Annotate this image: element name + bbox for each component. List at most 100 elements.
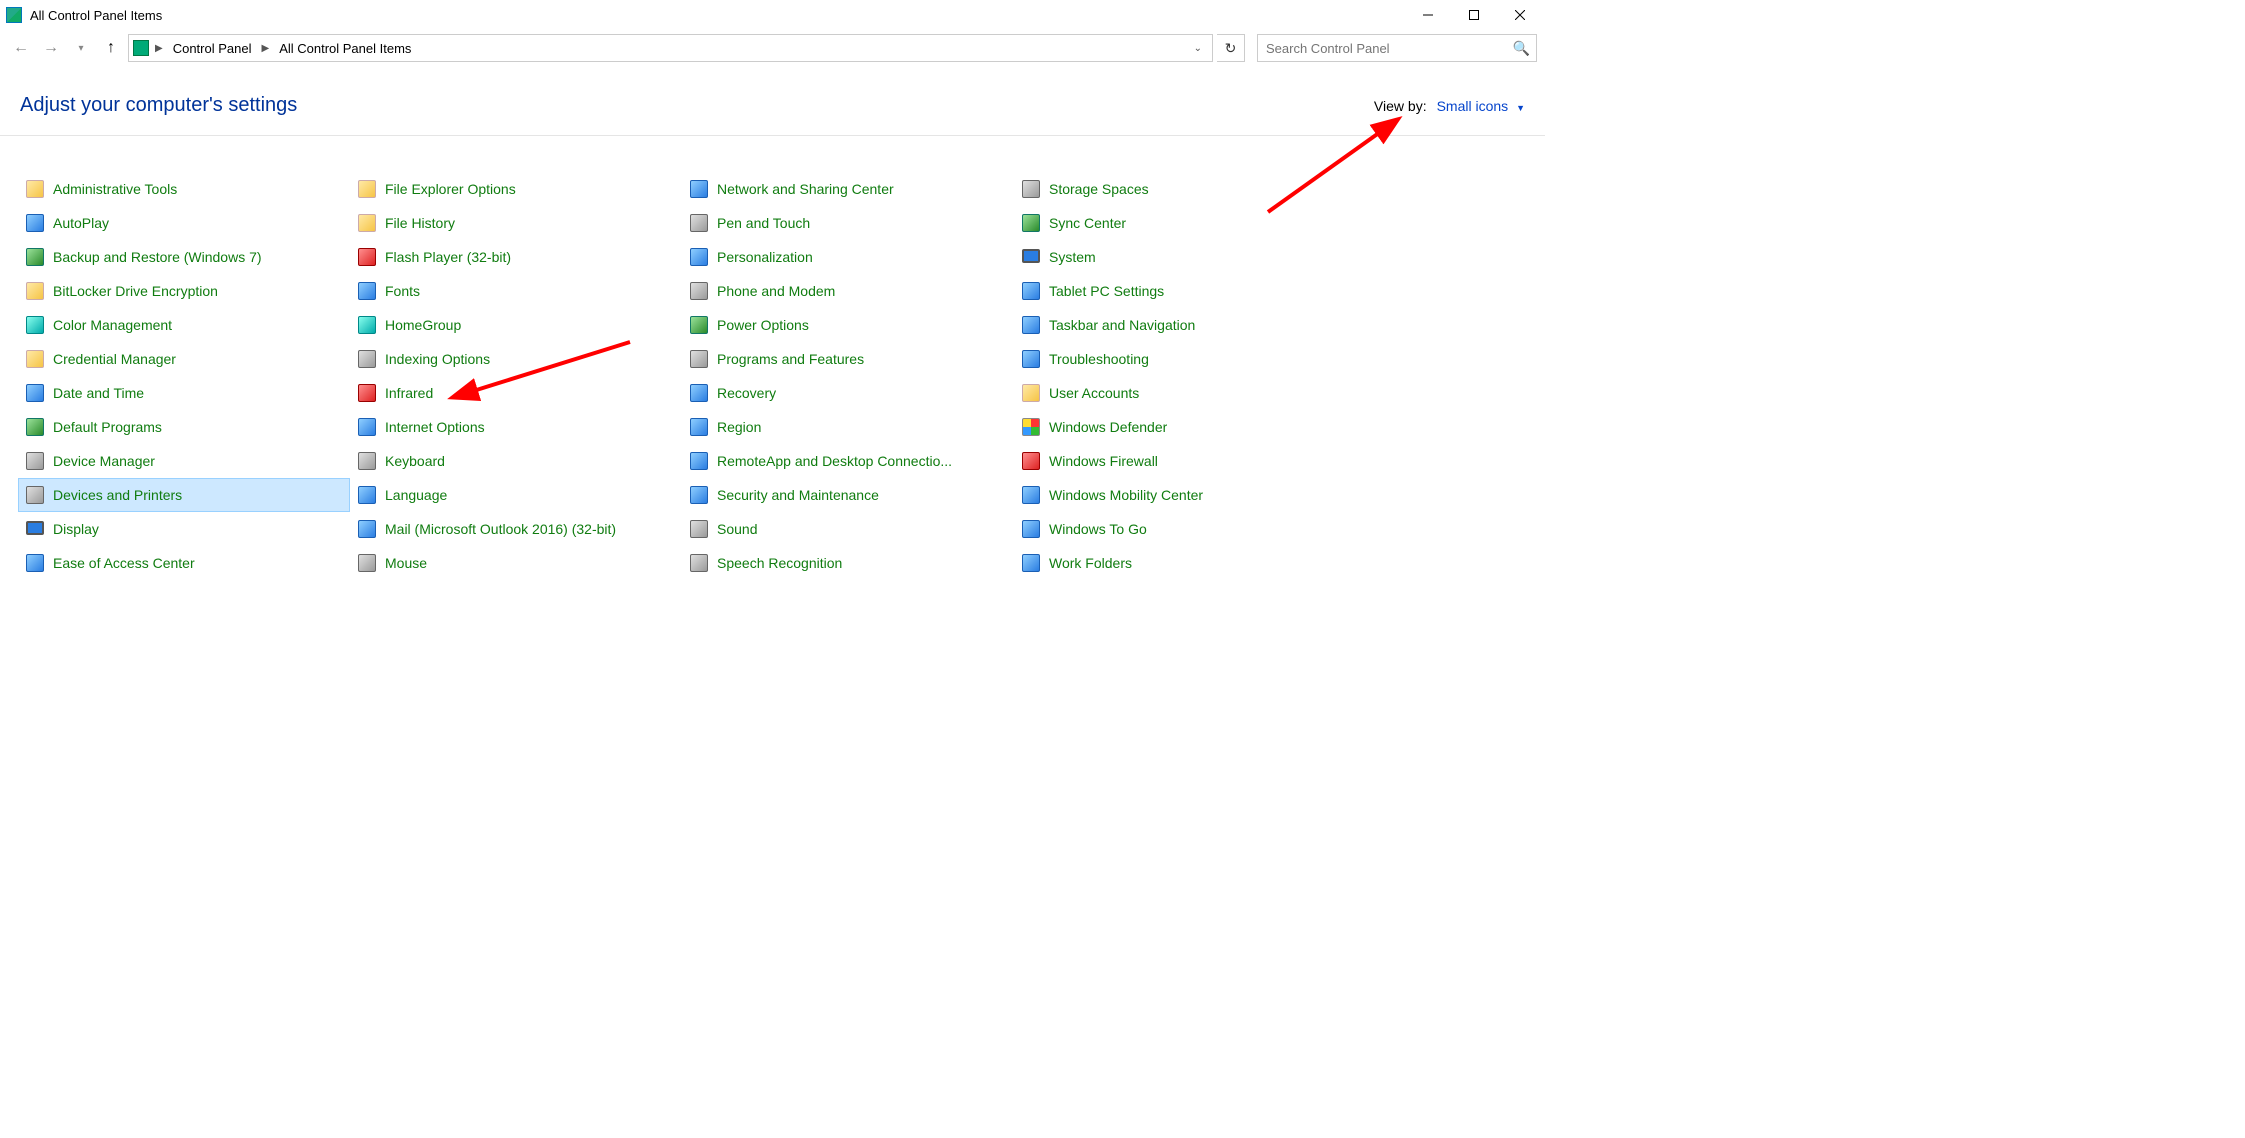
control-panel-item[interactable]: Storage Spaces: [1014, 172, 1346, 206]
item-label: Personalization: [717, 249, 813, 265]
item-label: Color Management: [53, 317, 172, 333]
control-panel-item[interactable]: Mouse: [350, 546, 682, 580]
control-panel-item[interactable]: AutoPlay: [18, 206, 350, 240]
refresh-button[interactable]: ↻: [1217, 34, 1245, 62]
item-label: Internet Options: [385, 419, 485, 435]
control-panel-item[interactable]: Windows Defender: [1014, 410, 1346, 444]
administrative-tools-icon: [25, 179, 45, 199]
control-panel-item[interactable]: Sync Center: [1014, 206, 1346, 240]
item-label: File History: [385, 215, 455, 231]
forward-button[interactable]: →: [38, 35, 64, 61]
control-panel-item[interactable]: Keyboard: [350, 444, 682, 478]
backup-and-restore-windows-7-icon: [25, 247, 45, 267]
control-panel-item[interactable]: Backup and Restore (Windows 7): [18, 240, 350, 274]
control-panel-item[interactable]: Ease of Access Center: [18, 546, 350, 580]
breadcrumb-separator-icon[interactable]: ▶: [259, 43, 271, 54]
control-panel-item[interactable]: Flash Player (32-bit): [350, 240, 682, 274]
mouse-icon: [357, 553, 377, 573]
security-and-maintenance-icon: [689, 485, 709, 505]
network-and-sharing-center-icon: [689, 179, 709, 199]
homegroup-icon: [357, 315, 377, 335]
back-button[interactable]: ←: [8, 35, 34, 61]
maximize-button[interactable]: [1451, 0, 1497, 30]
control-panel-item[interactable]: Windows Firewall: [1014, 444, 1346, 478]
control-panel-item[interactable]: Device Manager: [18, 444, 350, 478]
search-input[interactable]: [1264, 40, 1513, 57]
control-panel-item[interactable]: Troubleshooting: [1014, 342, 1346, 376]
control-panel-item[interactable]: Speech Recognition: [682, 546, 1014, 580]
control-panel-item[interactable]: Mail (Microsoft Outlook 2016) (32-bit): [350, 512, 682, 546]
sync-center-icon: [1021, 213, 1041, 233]
control-panel-item[interactable]: HomeGroup: [350, 308, 682, 342]
display-icon: [25, 519, 45, 539]
control-panel-item[interactable]: Network and Sharing Center: [682, 172, 1014, 206]
mail-microsoft-outlook-2016-32-bit-icon: [357, 519, 377, 539]
control-panel-item[interactable]: System: [1014, 240, 1346, 274]
control-panel-item[interactable]: Windows To Go: [1014, 512, 1346, 546]
item-label: BitLocker Drive Encryption: [53, 283, 218, 299]
control-panel-item[interactable]: Sound: [682, 512, 1014, 546]
control-panel-item[interactable]: Taskbar and Navigation: [1014, 308, 1346, 342]
item-label: Default Programs: [53, 419, 162, 435]
control-panel-item[interactable]: Pen and Touch: [682, 206, 1014, 240]
control-panel-item[interactable]: Devices and Printers: [18, 478, 350, 512]
default-programs-icon: [25, 417, 45, 437]
item-label: Windows Defender: [1049, 419, 1167, 435]
search-icon[interactable]: 🔍: [1513, 40, 1530, 57]
control-panel-item[interactable]: Recovery: [682, 376, 1014, 410]
item-label: Windows To Go: [1049, 521, 1147, 537]
control-panel-item[interactable]: RemoteApp and Desktop Connectio...: [682, 444, 1014, 478]
user-accounts-icon: [1021, 383, 1041, 403]
file-explorer-options-icon: [357, 179, 377, 199]
control-panel-item[interactable]: Fonts: [350, 274, 682, 308]
control-panel-item[interactable]: Credential Manager: [18, 342, 350, 376]
control-panel-item[interactable]: User Accounts: [1014, 376, 1346, 410]
control-panel-item[interactable]: Display: [18, 512, 350, 546]
address-dropdown-button[interactable]: ⌄: [1188, 43, 1208, 54]
item-label: RemoteApp and Desktop Connectio...: [717, 453, 952, 469]
item-label: User Accounts: [1049, 385, 1139, 401]
control-panel-item[interactable]: Default Programs: [18, 410, 350, 444]
control-panel-item[interactable]: Indexing Options: [350, 342, 682, 376]
breadcrumb-separator-icon[interactable]: ▶: [153, 43, 165, 54]
control-panel-item[interactable]: Language: [350, 478, 682, 512]
control-panel-item[interactable]: Region: [682, 410, 1014, 444]
item-label: Tablet PC Settings: [1049, 283, 1164, 299]
control-panel-item[interactable]: Security and Maintenance: [682, 478, 1014, 512]
control-panel-item[interactable]: Color Management: [18, 308, 350, 342]
item-label: Ease of Access Center: [53, 555, 195, 571]
control-panel-item[interactable]: Personalization: [682, 240, 1014, 274]
up-button[interactable]: ↑: [98, 35, 124, 61]
view-by-dropdown[interactable]: Small icons ▼: [1437, 98, 1525, 114]
control-panel-item[interactable]: Administrative Tools: [18, 172, 350, 206]
item-label: Pen and Touch: [717, 215, 810, 231]
control-panel-item[interactable]: Work Folders: [1014, 546, 1346, 580]
item-label: Mail (Microsoft Outlook 2016) (32-bit): [385, 521, 616, 537]
control-panel-item[interactable]: Windows Mobility Center: [1014, 478, 1346, 512]
control-panel-item[interactable]: Tablet PC Settings: [1014, 274, 1346, 308]
item-label: Indexing Options: [385, 351, 490, 367]
control-panel-item[interactable]: Date and Time: [18, 376, 350, 410]
control-panel-item[interactable]: File History: [350, 206, 682, 240]
control-panel-item[interactable]: BitLocker Drive Encryption: [18, 274, 350, 308]
item-label: Work Folders: [1049, 555, 1132, 571]
minimize-button[interactable]: [1405, 0, 1451, 30]
control-panel-item[interactable]: Infrared: [350, 376, 682, 410]
control-panel-item[interactable]: Power Options: [682, 308, 1014, 342]
item-label: Security and Maintenance: [717, 487, 879, 503]
address-bar[interactable]: ▶ Control Panel ▶ All Control Panel Item…: [128, 34, 1213, 62]
control-panel-item[interactable]: Phone and Modem: [682, 274, 1014, 308]
control-panel-item[interactable]: File Explorer Options: [350, 172, 682, 206]
control-panel-item[interactable]: Programs and Features: [682, 342, 1014, 376]
region-icon: [689, 417, 709, 437]
item-label: Sound: [717, 521, 757, 537]
close-button[interactable]: [1497, 0, 1543, 30]
breadcrumb-current[interactable]: All Control Panel Items: [275, 39, 415, 58]
control-panel-item[interactable]: Internet Options: [350, 410, 682, 444]
programs-and-features-icon: [689, 349, 709, 369]
recent-locations-button[interactable]: ▾: [68, 35, 94, 61]
search-box[interactable]: 🔍: [1257, 34, 1537, 62]
item-label: Region: [717, 419, 761, 435]
breadcrumb-root[interactable]: Control Panel: [169, 39, 256, 58]
taskbar-and-navigation-icon: [1021, 315, 1041, 335]
